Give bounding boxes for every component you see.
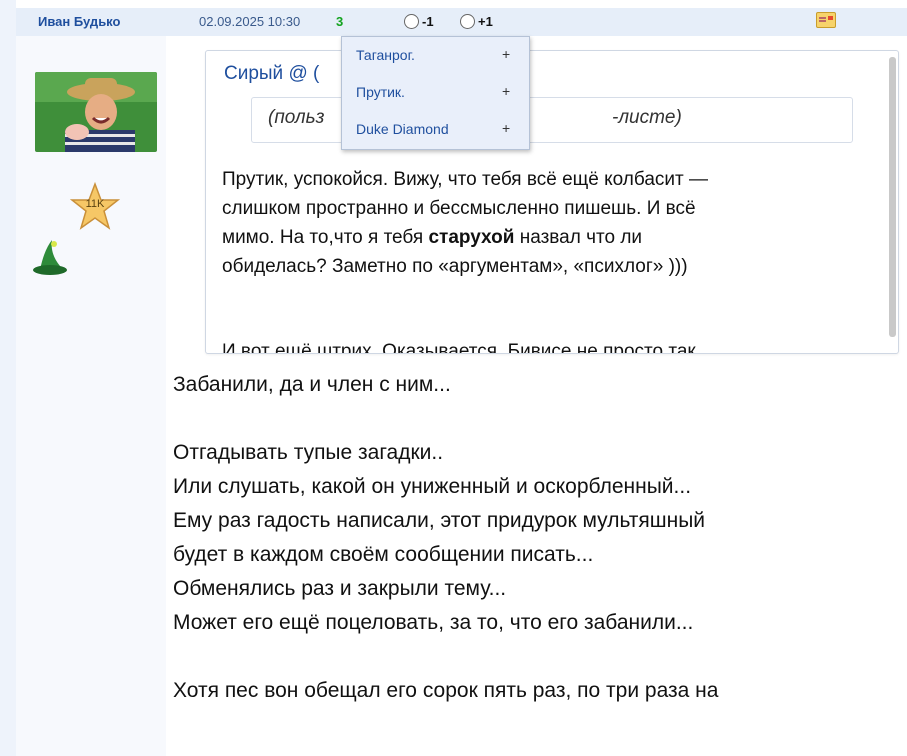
post-date[interactable]: 02.09.2025 10:30 [199,14,300,29]
quote-cut-line: И вот ещё штрих. Оказывается, Бивисе не … [222,341,696,354]
popup-item[interactable]: Прутик. + [342,78,529,108]
post-header: Иван Будько 02.09.2025 10:30 3 -1 +1 [16,8,907,36]
body-line: будет в каждом своём сообщении писать... [173,543,594,566]
quote-scrollbar[interactable] [889,57,896,337]
author-name[interactable]: Иван Будько [38,14,120,29]
quote-line: мимо. На то,что я тебя старухой назвал ч… [222,223,882,252]
vote-plus-label: +1 [478,14,493,29]
body-blank-line [173,640,893,674]
quote-line: обиделась? Заметно по «аргументам», «пси… [222,256,688,277]
quote-line: слишком пространно и бессмысленно пишешь… [222,198,696,219]
left-stripe [0,0,16,756]
body-blank-line [173,402,893,436]
post-body: Забанили, да и член с ним... Отгадывать … [173,368,893,708]
quote-note-left: (польз [268,107,325,128]
popup-item[interactable]: Duke Diamond + [342,115,529,145]
avatar-image [35,72,157,152]
quote-line: Прутик, успокойся. Вижу, что тебя всё ещ… [222,169,709,190]
body-line: Отгадывать тупые загадки.. [173,441,444,464]
wizard-hat-icon [33,240,67,275]
voters-popup: Таганрог. + Прутик. + Duke Diamond + [341,36,530,150]
vote-minus-label: -1 [422,14,434,29]
message-icon[interactable] [816,12,836,28]
body-line: Или слушать, какой он униженный и оскорб… [173,475,692,498]
popup-item-plus: + [502,83,511,99]
quote-block: Сирый @ ( (польз -листе) Прутик, успокой… [205,50,899,354]
quote-bold-word: старухой [428,227,515,248]
body-line: Хотя пес вон обещал его сорок пять раз, … [173,679,719,702]
body-line: Ему раз гадость написали, этот придурок … [173,509,706,532]
popup-item[interactable]: Таганрог. + [342,41,529,71]
vote-minus-radio[interactable] [404,14,419,29]
popup-item-name[interactable]: Duke Diamond [356,121,449,137]
body-line: Обменялись раз и закрыли тему... [173,577,507,600]
quote-text: Прутик, успокойся. Вижу, что тебя всё ещ… [222,165,882,281]
popup-item-plus: + [502,120,511,136]
quote-author[interactable]: Сирый @ ( [224,63,319,85]
vote-plus[interactable]: +1 [460,14,493,29]
avatar[interactable] [35,72,157,152]
popup-item-name[interactable]: Прутик. [356,84,405,100]
body-line: Может его ещё поцеловать, за то, что его… [173,611,694,634]
post-score: 3 [336,14,344,29]
star-badge-label: 11K [85,198,105,210]
vote-minus[interactable]: -1 [404,14,434,29]
vote-plus-radio[interactable] [460,14,475,29]
quote-line-part: назвал что ли [514,227,643,248]
popup-item-name[interactable]: Таганрог. [356,47,415,63]
quote-note-right: -листе) [612,107,682,128]
body-line: Забанили, да и член с ним... [173,373,451,396]
popup-item-plus: + [502,46,511,62]
quote-line-part: мимо. На то,что я тебя [222,227,429,248]
